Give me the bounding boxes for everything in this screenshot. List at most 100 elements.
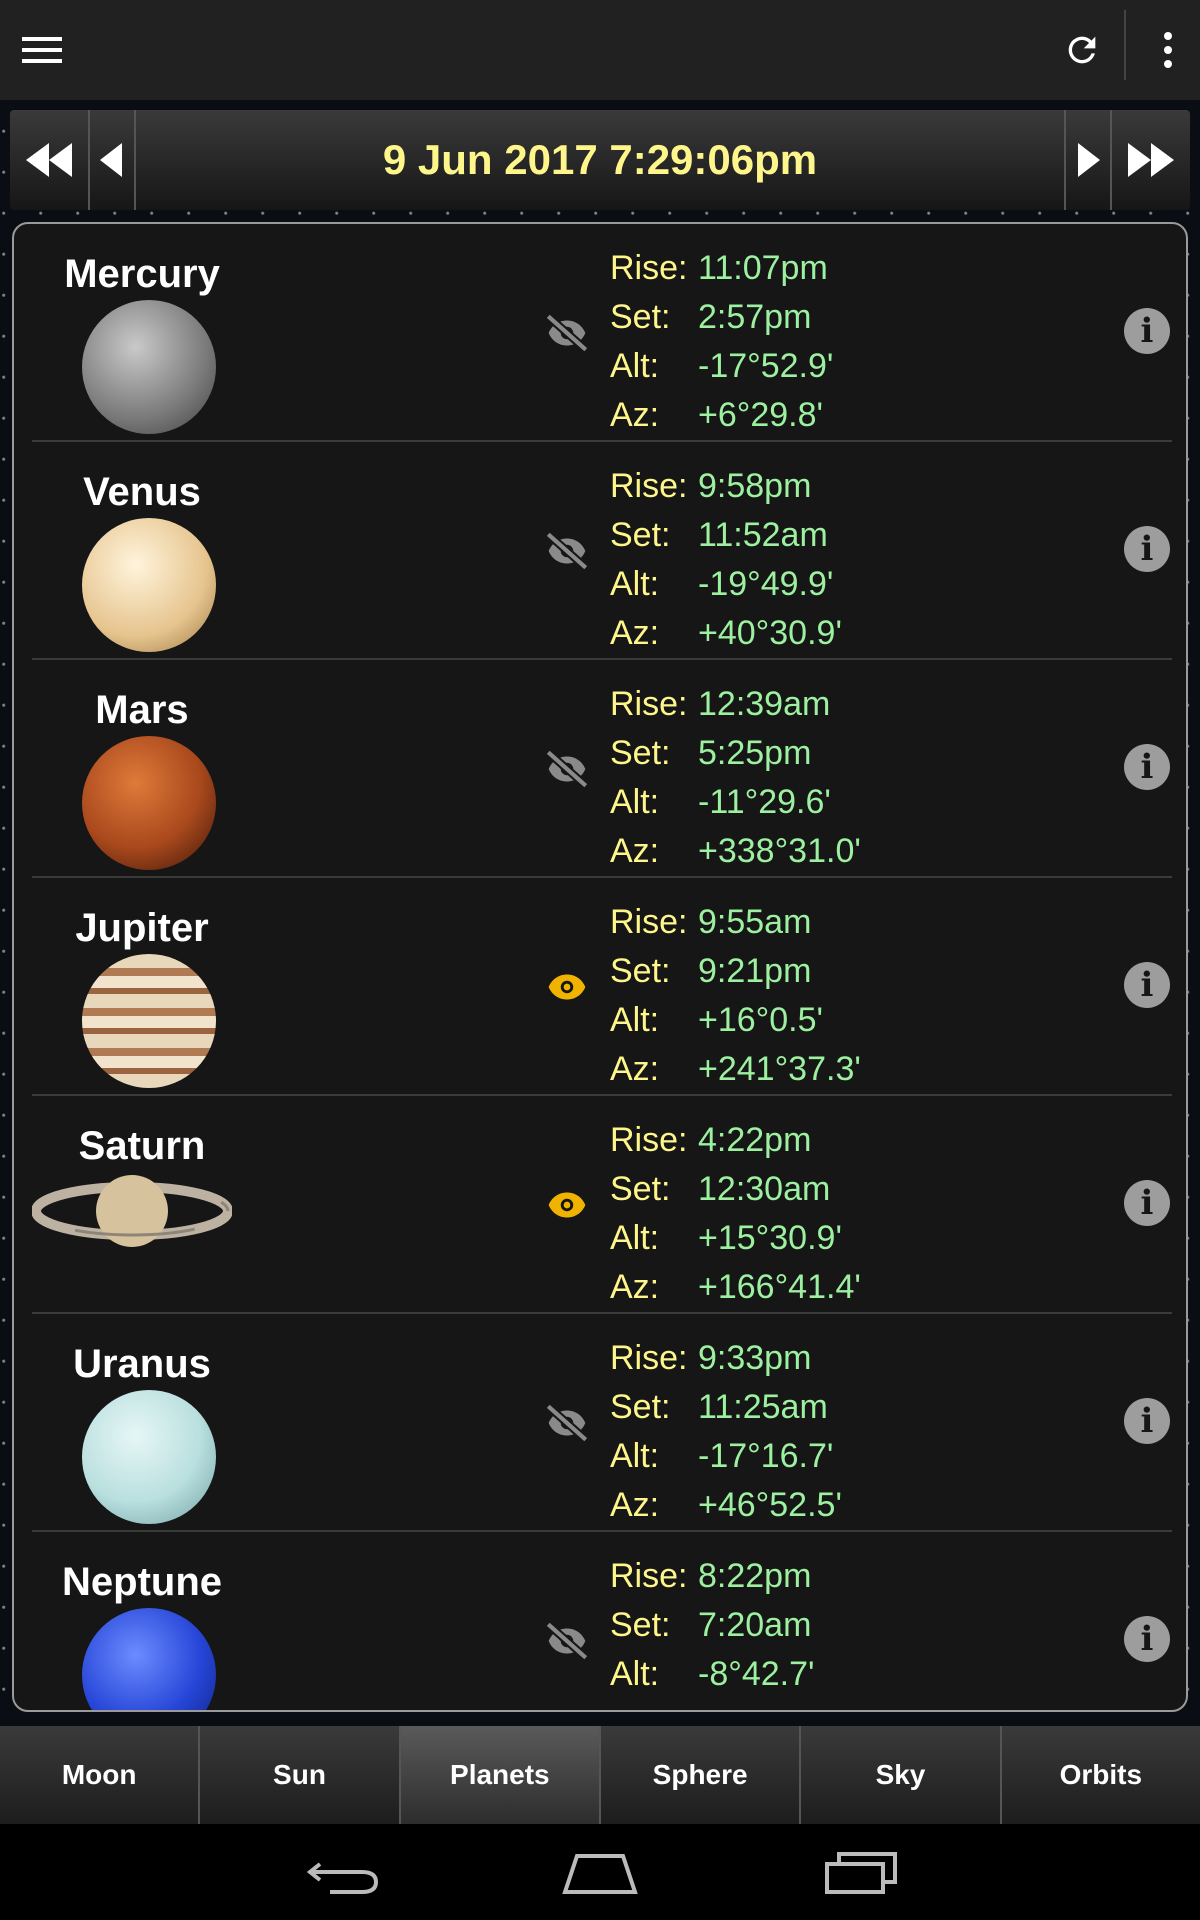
az-value: +6°29.8'	[698, 396, 824, 434]
alt-label: Alt:	[610, 1437, 660, 1475]
alt-value: -8°42.7'	[698, 1655, 815, 1693]
tab-moon[interactable]: Moon	[0, 1726, 201, 1824]
az-label: Az:	[610, 832, 660, 870]
planet-name: Mars	[95, 688, 189, 732]
alt-value: +16°0.5'	[698, 1001, 824, 1039]
planet-stats: Rise: 9:58pm Set: 11:52am Alt: -19°49.9' Az…	[610, 462, 842, 658]
set-label: Set:	[610, 1388, 671, 1426]
eye-off-icon[interactable]	[542, 1398, 592, 1448]
mars-image	[82, 736, 216, 870]
alt-value: -19°49.9'	[698, 565, 834, 603]
planet-stats: Rise: 4:22pm Set: 12:30am Alt: +15°30.9' Az…	[610, 1116, 861, 1312]
set-label: Set:	[610, 298, 671, 336]
eye-off-icon[interactable]	[542, 526, 592, 576]
alt-label: Alt:	[610, 1001, 660, 1039]
set-value: 2:57pm	[698, 298, 812, 336]
neptune-image	[82, 1608, 216, 1710]
eye-icon[interactable]	[542, 1180, 592, 1230]
alt-label: Alt:	[610, 1655, 660, 1693]
home-icon[interactable]	[555, 1842, 645, 1902]
alt-value: -11°29.6'	[698, 783, 831, 821]
tab-sphere[interactable]: Sphere	[601, 1726, 802, 1824]
eye-off-icon[interactable]	[542, 308, 592, 358]
planet-row-mars[interactable]: Mars Rise: 12:39am Set: 5:25pm Alt: -11°29.…	[32, 660, 1172, 878]
info-icon[interactable]: i	[1124, 962, 1170, 1008]
step-back-icon[interactable]	[90, 110, 136, 210]
step-forward-icon[interactable]	[1064, 110, 1110, 210]
az-value: +241°37.3'	[698, 1050, 861, 1088]
more-vertical-icon[interactable]	[1140, 20, 1196, 80]
venus-image	[82, 518, 216, 652]
rise-label: Rise:	[610, 685, 688, 723]
rise-label: Rise:	[610, 1557, 688, 1595]
hamburger-menu-icon[interactable]	[14, 20, 70, 80]
set-label: Set:	[610, 516, 671, 554]
planet-name: Jupiter	[75, 906, 209, 950]
tab-planets[interactable]: Planets	[400, 1726, 601, 1824]
tab-sky[interactable]: Sky	[801, 1726, 1002, 1824]
planet-list[interactable]: Mercury Rise: 11:07pm Set: 2:57pm Alt: -17°…	[12, 222, 1188, 1712]
az-value: +40°30.9'	[698, 614, 842, 652]
planet-name: Mercury	[64, 252, 220, 296]
back-icon[interactable]	[300, 1842, 390, 1902]
rise-label: Rise:	[610, 249, 688, 287]
az-value: +166°41.4'	[698, 1268, 861, 1306]
set-label: Set:	[610, 952, 671, 990]
current-datetime[interactable]: 9 Jun 2017 7:29:06pm	[140, 110, 1060, 210]
refresh-icon[interactable]	[1050, 20, 1114, 80]
planet-row-neptune[interactable]: Neptune Rise: 8:22pm Set: 7:20am Alt: -8°42…	[32, 1532, 1172, 1710]
mercury-image	[82, 300, 216, 434]
planet-name: Saturn	[78, 1124, 206, 1168]
system-navigation-bar	[0, 1824, 1200, 1920]
planet-row-jupiter[interactable]: Jupiter Rise: 9:55am Set: 9:21pm Alt: +16°0…	[32, 878, 1172, 1096]
planet-row-mercury[interactable]: Mercury Rise: 11:07pm Set: 2:57pm Alt: -17°…	[32, 224, 1172, 442]
tab-orbits[interactable]: Orbits	[1002, 1726, 1200, 1824]
info-icon[interactable]: i	[1124, 1398, 1170, 1444]
rise-value: 4:22pm	[698, 1121, 812, 1159]
set-value: 7:20am	[698, 1606, 812, 1644]
az-label: Az:	[610, 1050, 660, 1088]
eye-icon[interactable]	[542, 962, 592, 1012]
set-label: Set:	[610, 1170, 671, 1208]
alt-value: -17°16.7'	[698, 1437, 834, 1475]
alt-value: +15°30.9'	[698, 1219, 842, 1257]
rise-value: 9:55am	[698, 903, 812, 941]
az-label: Az:	[610, 1268, 660, 1306]
app-toolbar	[0, 0, 1200, 100]
planet-row-venus[interactable]: Venus Rise: 9:58pm Set: 11:52am Alt: -19°49…	[32, 442, 1172, 660]
planet-name: Neptune	[62, 1560, 222, 1604]
eye-off-icon[interactable]	[542, 744, 592, 794]
set-value: 11:52am	[698, 516, 828, 554]
set-label: Set:	[610, 1606, 671, 1644]
recent-apps-icon[interactable]	[815, 1842, 905, 1902]
info-icon[interactable]: i	[1124, 1180, 1170, 1226]
planet-stats: Rise: 12:39am Set: 5:25pm Alt: -11°29.6' Az…	[610, 680, 861, 876]
planet-stats: Rise: 9:33pm Set: 11:25am Alt: -17°16.7' Az…	[610, 1334, 842, 1530]
planet-row-uranus[interactable]: Uranus Rise: 9:33pm Set: 11:25am Alt: -17°1…	[32, 1314, 1172, 1532]
rise-value: 11:07pm	[698, 249, 828, 287]
saturn-image	[32, 1175, 232, 1247]
tab-sun[interactable]: Sun	[200, 1726, 401, 1824]
alt-label: Alt:	[610, 347, 660, 385]
az-label: Az:	[610, 396, 660, 434]
info-icon[interactable]: i	[1124, 744, 1170, 790]
planet-row-saturn[interactable]: Saturn Rise: 4:22pm Set: 12:30am Alt: +15°3…	[32, 1096, 1172, 1314]
alt-value: -17°52.9'	[698, 347, 834, 385]
set-value: 12:30am	[698, 1170, 831, 1208]
rise-label: Rise:	[610, 903, 688, 941]
planet-stats: Rise: 11:07pm Set: 2:57pm Alt: -17°52.9' Az…	[610, 244, 833, 440]
az-value: +338°31.0'	[698, 832, 861, 870]
eye-off-icon[interactable]	[542, 1616, 592, 1666]
alt-label: Alt:	[610, 1219, 660, 1257]
info-icon[interactable]: i	[1124, 308, 1170, 354]
jupiter-image	[82, 954, 216, 1088]
uranus-image	[82, 1390, 216, 1524]
fast-rewind-icon[interactable]	[10, 110, 90, 210]
info-icon[interactable]: i	[1124, 526, 1170, 572]
set-value: 9:21pm	[698, 952, 812, 990]
rise-value: 9:33pm	[698, 1339, 812, 1377]
az-label: Az:	[610, 614, 660, 652]
fast-forward-icon[interactable]	[1110, 110, 1190, 210]
rise-value: 8:22pm	[698, 1557, 812, 1595]
info-icon[interactable]: i	[1124, 1616, 1170, 1662]
